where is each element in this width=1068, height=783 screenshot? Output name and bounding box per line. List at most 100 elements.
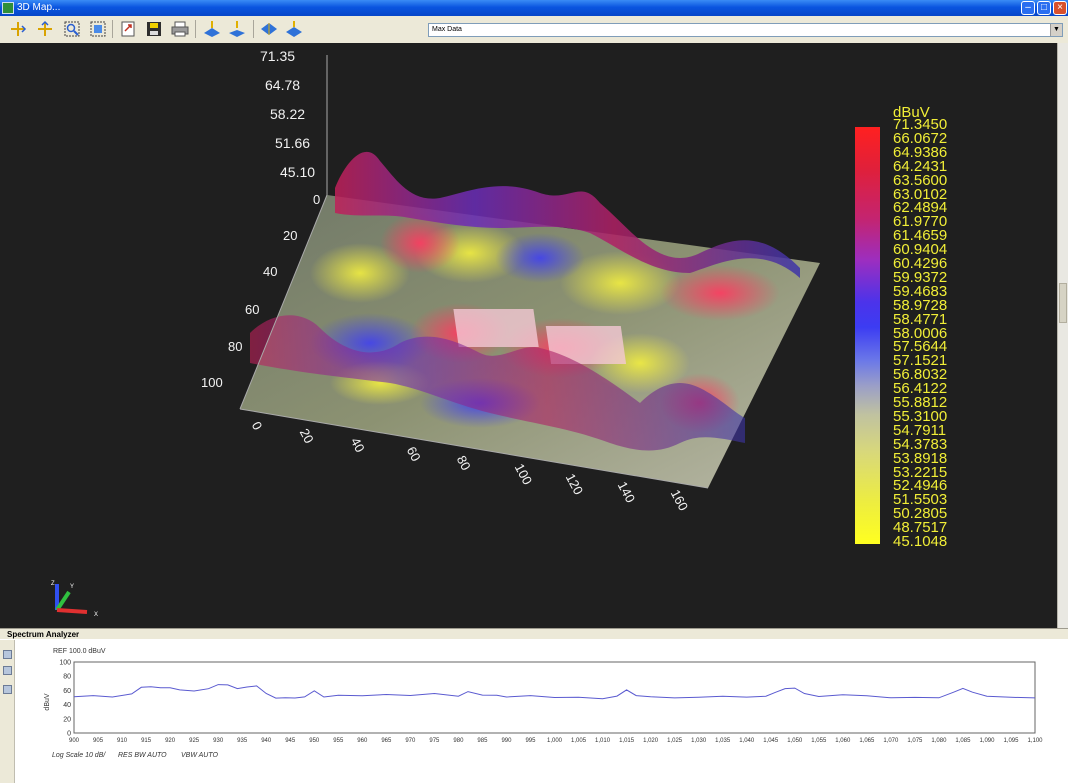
window-title: 3D Map... — [17, 2, 61, 13]
x-tick-label: 995 — [525, 738, 536, 744]
x-tick-label: 985 — [477, 738, 488, 744]
close-button[interactable]: × — [1053, 1, 1067, 15]
x-tick-label: 1,090 — [979, 738, 995, 744]
x-tick-label: 1,070 — [883, 738, 899, 744]
x-tick-label: 1,040 — [739, 738, 755, 744]
x-tick-label: 960 — [357, 738, 368, 744]
y-tick-label: 0 — [67, 731, 71, 738]
x-tick-label: 1,060 — [835, 738, 851, 744]
print-icon[interactable] — [3, 685, 12, 694]
app-icon — [2, 2, 14, 14]
view-mode-value: Max Data — [432, 26, 462, 33]
maximize-button[interactable]: □ — [1037, 1, 1051, 15]
spectrum-sidebar — [0, 640, 15, 783]
x-tick-label: 1,025 — [667, 738, 683, 744]
x-tick-label: 1,020 — [643, 738, 659, 744]
zoom-fit-icon[interactable] — [88, 19, 108, 39]
x-tick-label: 1,010 — [595, 738, 611, 744]
rbw-label: RES BW AUTO — [118, 752, 167, 759]
x-tick-label: 975 — [429, 738, 440, 744]
x-tick-label: 950 — [309, 738, 320, 744]
x-tick-label: 1,100 — [1027, 738, 1043, 744]
scrollbar-thumb[interactable] — [1059, 283, 1067, 323]
print-icon[interactable] — [170, 19, 190, 39]
x-tick-label: 1,035 — [715, 738, 731, 744]
x-tick-label: 935 — [237, 738, 248, 744]
x-tick-label: 955 — [333, 738, 344, 744]
x-tick-label: 1,030 — [691, 738, 707, 744]
y-tick-label: 60 — [245, 302, 260, 317]
color-scale-value: 45.1048 — [893, 533, 948, 550]
save-icon[interactable] — [3, 666, 12, 675]
y-tick-label: 100 — [201, 375, 223, 390]
layer-up-icon[interactable] — [202, 19, 222, 39]
vbw-label: VBW AUTO — [181, 752, 218, 759]
x-tick-label: 910 — [117, 738, 128, 744]
z-tick-label: 58.22 — [270, 106, 306, 122]
chevron-down-icon[interactable]: ▼ — [1050, 24, 1062, 36]
zoom-region-icon[interactable] — [62, 19, 82, 39]
axis-x-icon[interactable] — [8, 19, 28, 39]
toolbar-separator — [112, 20, 113, 38]
layer-down-icon[interactable] — [227, 19, 247, 39]
x-tick-label: 970 — [405, 738, 416, 744]
x-tick-label: 1,065 — [859, 738, 875, 744]
y-tick-label: 40 — [63, 702, 71, 709]
z-tick-label: 51.66 — [275, 135, 311, 151]
x-tick-label: 1,015 — [619, 738, 635, 744]
y-tick-label: 20 — [283, 228, 298, 243]
save-icon[interactable] — [144, 19, 164, 39]
x-tick-label: 925 — [189, 738, 200, 744]
x-tick-label: 1,075 — [907, 738, 923, 744]
x-tick-label: 990 — [501, 738, 512, 744]
y-tick-label: 0 — [313, 192, 321, 207]
x-tick-label: 930 — [213, 738, 224, 744]
x-tick-label: 965 — [381, 738, 392, 744]
view-mode-select[interactable]: Max Data ▼ — [428, 23, 1063, 37]
minimize-button[interactable]: – — [1021, 1, 1035, 15]
vertical-scrollbar[interactable] — [1057, 43, 1068, 628]
y-tick-label: 100 — [59, 660, 71, 667]
title-bar: 3D Map... – □ × — [0, 0, 1068, 16]
z-axis-letter: Z — [51, 581, 55, 587]
y-tick-label: 40 — [263, 264, 278, 279]
x-tick-label: 1,050 — [787, 738, 803, 744]
x-tick-label: 980 — [453, 738, 464, 744]
scale-label: Log Scale 10 dB/ — [52, 752, 106, 759]
surface-bottom-icon[interactable] — [284, 19, 304, 39]
export-icon[interactable] — [118, 19, 138, 39]
x-tick-label: 1,005 — [571, 738, 587, 744]
axis-y-icon[interactable] — [35, 19, 55, 39]
x-tick-label: 1,095 — [1003, 738, 1019, 744]
x-tick-label: 900 — [69, 738, 80, 744]
x-tick-label: 1,080 — [931, 738, 947, 744]
z-tick-label: 71.35 — [260, 48, 296, 64]
x-tick-label: 1,045 — [763, 738, 779, 744]
x-tick-label: 905 — [93, 738, 104, 744]
ref-level-label: REF 100.0 dBuV — [53, 648, 106, 655]
spectrum-panel-title: Spectrum Analyzer — [0, 628, 1068, 639]
z-tick-label: 64.78 — [265, 77, 301, 93]
toolbar-separator — [253, 20, 254, 38]
copy-icon[interactable] — [3, 650, 12, 659]
x-tick-label: 1,085 — [955, 738, 971, 744]
y-tick-label: 80 — [63, 674, 71, 681]
y-tick-label: 20 — [63, 716, 71, 723]
spectrum-chart: REF 100.0 dBuV dBuV 0 20 40 60 80 100 900 905 9… — [44, 648, 1043, 744]
toolbar-separator — [195, 20, 196, 38]
y-axis-title: dBuV — [44, 693, 51, 710]
x-tick-label: 920 — [165, 738, 176, 744]
x-tick-label: 1,055 — [811, 738, 827, 744]
x-axis-letter: X — [94, 612, 98, 618]
x-tick-label: 940 — [261, 738, 272, 744]
x-tick-label: 945 — [285, 738, 296, 744]
z-tick-label: 45.10 — [280, 164, 316, 180]
y-tick-label: 80 — [228, 339, 243, 354]
color-scale-bar — [855, 127, 880, 544]
y-axis-letter: Y — [70, 584, 74, 590]
axis-triad: Z Y X — [51, 581, 98, 618]
surface-top-icon[interactable] — [259, 19, 279, 39]
y-tick-label: 60 — [63, 688, 71, 695]
x-tick-label: 915 — [141, 738, 152, 744]
x-tick-label: 1,000 — [547, 738, 563, 744]
